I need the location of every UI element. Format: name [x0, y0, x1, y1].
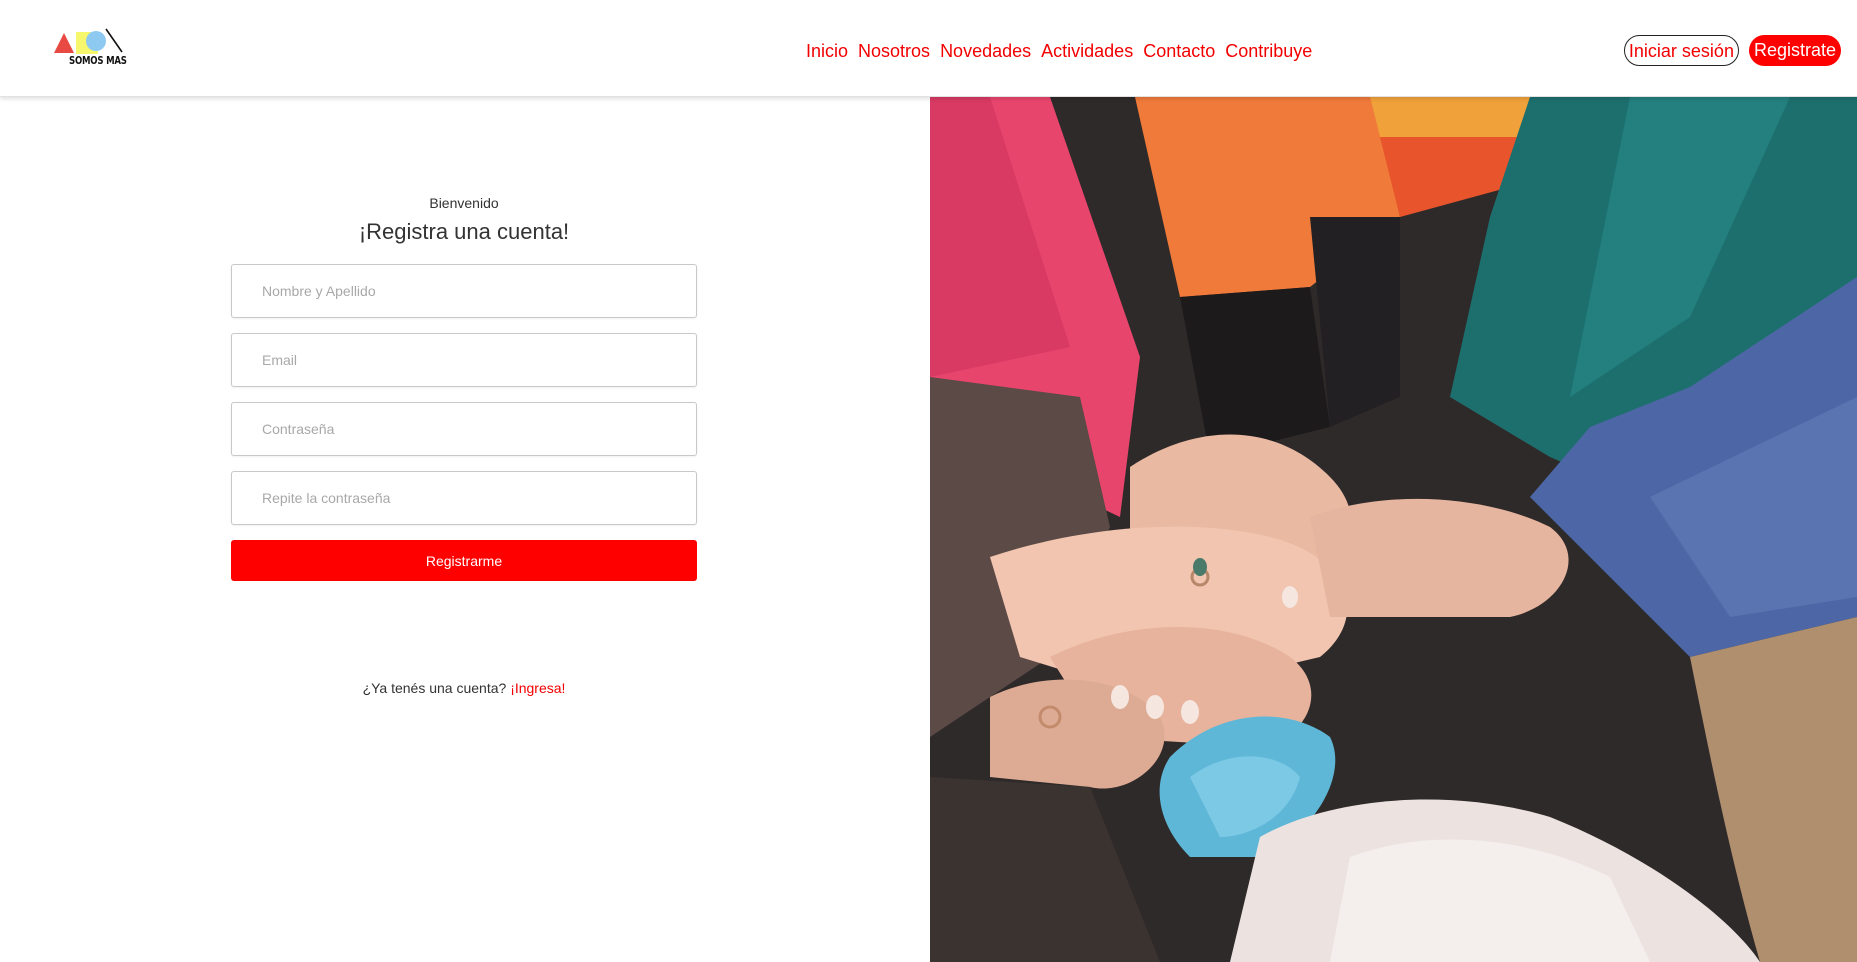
- nav-link-actividades[interactable]: Actividades: [1041, 36, 1133, 66]
- hero-photo: [930, 97, 1857, 962]
- nav-link-nosotros[interactable]: Nosotros: [858, 36, 930, 66]
- login-button[interactable]: Iniciar sesión: [1623, 35, 1739, 66]
- name-input[interactable]: [231, 264, 697, 318]
- login-prompt-line: ¿Ya tenés una cuenta? ¡Ingresa!: [0, 680, 928, 696]
- main-nav: Inicio Nosotros Novedades Actividades Co…: [806, 36, 1312, 66]
- welcome-text: Bienvenido: [429, 195, 499, 211]
- register-form-panel: Bienvenido ¡Registra una cuenta! Registr…: [0, 97, 930, 962]
- auth-buttons: Iniciar sesión Registrate: [1623, 35, 1841, 66]
- somos-mas-logo[interactable]: SOMOS MAS: [50, 26, 150, 70]
- login-prompt-text: ¿Ya tenés una cuenta?: [362, 680, 507, 696]
- nav-link-contribuye[interactable]: Contribuye: [1225, 36, 1312, 66]
- nav-link-contacto[interactable]: Contacto: [1143, 36, 1215, 66]
- login-link[interactable]: ¡Ingresa!: [510, 680, 565, 696]
- nav-link-inicio[interactable]: Inicio: [806, 36, 848, 66]
- stacked-hands-image: [930, 97, 1857, 962]
- register-button[interactable]: Registrate: [1748, 35, 1841, 66]
- repeat-password-input[interactable]: [231, 471, 697, 525]
- submit-register-button[interactable]: Registrarme: [231, 540, 697, 581]
- site-header: SOMOS MAS Inicio Nosotros Novedades Acti…: [0, 0, 1857, 97]
- nav-link-novedades[interactable]: Novedades: [940, 36, 1031, 66]
- logo-text: SOMOS MAS: [69, 54, 127, 67]
- form-title: ¡Registra una cuenta!: [358, 219, 570, 244]
- password-input[interactable]: [231, 402, 697, 456]
- email-input[interactable]: [231, 333, 697, 387]
